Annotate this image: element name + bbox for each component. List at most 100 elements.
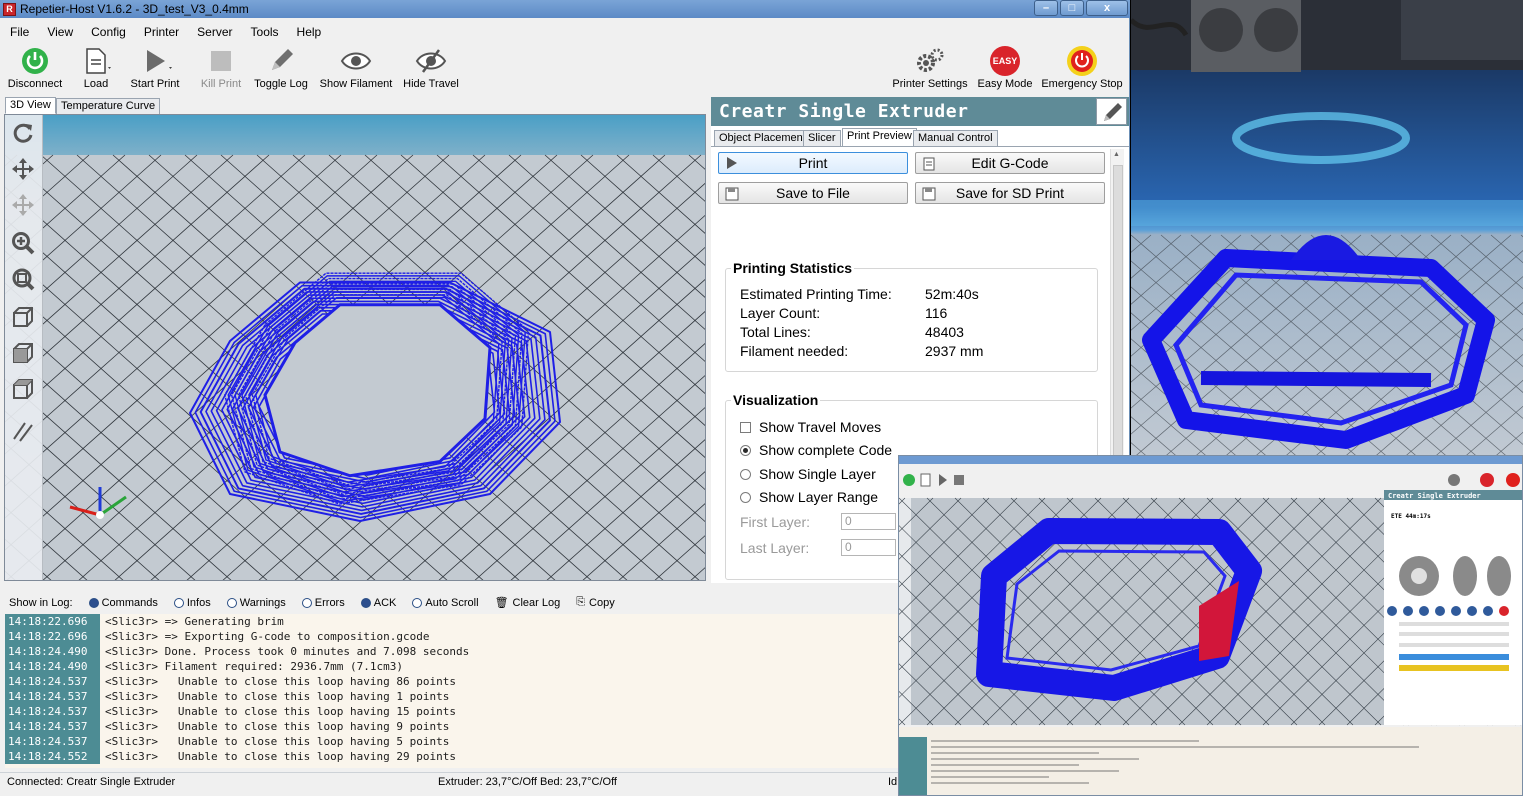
floppy-icon (922, 187, 936, 201)
start-print-button[interactable]: Start Print (128, 44, 182, 90)
pencil-icon (1103, 102, 1122, 121)
log-filter-ack[interactable]: ACK (360, 597, 396, 609)
zoom-fit-icon[interactable] (11, 267, 37, 293)
emergency-stop-icon (1067, 46, 1097, 76)
print-bed-preview (5, 115, 705, 580)
window-title: Repetier-Host V1.6.2 - 3D_test_V3_0.4mm (20, 2, 249, 16)
title-bar: R Repetier-Host V1.6.2 - 3D_test_V3_0.4m… (0, 0, 1130, 18)
toggle-icon (412, 597, 423, 608)
show-in-log-label: Show in Log: (9, 596, 73, 609)
eye-icon (340, 52, 372, 70)
printer-name-header: Creatr Single Extruder (711, 97, 1129, 126)
toggle-log-button[interactable]: Toggle Log (252, 44, 310, 90)
log-filter-commands[interactable]: Commands (88, 597, 158, 609)
log-panel[interactable]: 14:18:22.696 <Slic3r> => Generating brim … (5, 614, 900, 768)
first-layer-input[interactable]: 0 (841, 513, 896, 530)
3d-viewport[interactable] (4, 114, 706, 581)
log-row: 14:18:24.490 <Slic3r> Done. Process took … (5, 644, 900, 659)
temperature-status: Extruder: 23,7°C/Off Bed: 23,7°C/Off (438, 776, 617, 788)
radio-icon (740, 468, 751, 480)
log-filter-infos[interactable]: Infos (173, 597, 211, 609)
play-icon (147, 50, 172, 72)
emergency-stop-button[interactable]: Emergency Stop (1040, 44, 1124, 90)
parallel-view-icon[interactable] (11, 419, 37, 445)
tab-3d-view[interactable]: 3D View (5, 97, 56, 114)
move-object-icon[interactable] (11, 193, 37, 219)
inset-printer-name: Creatr Single Extruder (1388, 492, 1481, 500)
log-filter-warnings[interactable]: Warnings (226, 597, 286, 609)
move-icon[interactable] (11, 157, 37, 183)
show-complete-code-radio[interactable]: Show complete Code (740, 442, 892, 458)
hide-travel-button[interactable]: Hide Travel (402, 44, 460, 90)
floppy-icon (725, 187, 739, 201)
menu-help[interactable]: Help (297, 25, 322, 39)
print-button[interactable]: Print (718, 152, 908, 174)
clear-log-button[interactable]: 🗑 Clear Log (495, 596, 561, 610)
disconnect-button[interactable]: Disconnect (4, 44, 66, 90)
printing-statistics-title: Printing Statistics (731, 260, 855, 276)
radio-selected-icon (740, 444, 751, 456)
layer-count-value: 116 (925, 305, 948, 321)
log-row: 14:18:24.537 <Slic3r> Unable to close thi… (5, 689, 900, 704)
inset-screenshot: Creatr Single Extruder ETE 44m:17s (898, 455, 1523, 796)
log-row: 14:18:24.490 <Slic3r> Filament required: … (5, 659, 900, 674)
last-layer-input[interactable]: 0 (841, 539, 896, 556)
show-travel-moves-checkbox[interactable]: Show Travel Moves (740, 419, 881, 435)
maximize-button[interactable]: □ (1060, 0, 1084, 16)
visualization-title: Visualization (731, 392, 821, 408)
app-icon: R (3, 2, 16, 16)
copy-icon: ⎘ (576, 596, 586, 608)
save-to-file-button[interactable]: Save to File (718, 182, 908, 204)
log-filter-errors[interactable]: Errors (301, 597, 345, 609)
filament-needed-value: 2937 mm (925, 343, 984, 359)
tab-print-preview[interactable]: Print Preview (842, 128, 917, 147)
toggle-icon (226, 597, 237, 608)
edit-gcode-button[interactable]: Edit G-Code (915, 152, 1105, 174)
log-row: 14:18:22.696 <Slic3r> => Generating brim (5, 614, 900, 629)
kill-print-button[interactable]: Kill Print (198, 44, 244, 90)
pencil-icon (272, 49, 293, 70)
easy-mode-icon: EASY (990, 46, 1020, 76)
toolbar: Disconnect Load Start Print Kill Print T… (0, 44, 1130, 94)
front-view-icon[interactable] (11, 341, 37, 367)
load-button[interactable]: Load (76, 44, 116, 90)
close-button[interactable]: x (1086, 0, 1128, 16)
tab-object-placement[interactable]: Object Placement (714, 130, 811, 147)
estimated-time-value: 52m:40s (925, 286, 979, 302)
tab-slicer[interactable]: Slicer (803, 130, 841, 147)
menu-file[interactable]: File (10, 25, 29, 39)
show-layer-range-radio[interactable]: Show Layer Range (740, 489, 878, 505)
easy-mode-button[interactable]: EASY Easy Mode (974, 44, 1036, 90)
menu-config[interactable]: Config (91, 25, 126, 39)
show-single-layer-radio[interactable]: Show Single Layer (740, 466, 876, 482)
toggle-icon (88, 597, 99, 608)
copy-log-button[interactable]: ⎘ Copy (576, 596, 615, 609)
menu-printer[interactable]: Printer (144, 25, 179, 39)
top-view-icon[interactable] (11, 377, 37, 403)
tab-manual-control[interactable]: Manual Control (913, 130, 998, 147)
tab-temperature-curve[interactable]: Temperature Curve (56, 98, 161, 115)
rotate-icon[interactable] (11, 121, 37, 147)
menu-view[interactable]: View (47, 25, 73, 39)
log-row: 14:18:24.537 <Slic3r> Unable to close thi… (5, 734, 900, 749)
iso-view-icon[interactable] (11, 305, 37, 331)
minimize-button[interactable]: – (1034, 0, 1058, 16)
gears-icon (917, 48, 944, 72)
edit-printer-button[interactable] (1096, 98, 1127, 125)
radio-icon (740, 491, 751, 503)
play-icon (727, 157, 737, 169)
show-filament-button[interactable]: Show Filament (318, 44, 394, 90)
menu-tools[interactable]: Tools (251, 25, 279, 39)
toggle-icon (301, 597, 312, 608)
connection-status: Connected: Creatr Single Extruder (7, 776, 176, 788)
save-sd-print-button[interactable]: Save for SD Print (915, 182, 1105, 204)
log-row: 14:18:24.552 <Slic3r> Unable to close thi… (5, 749, 900, 764)
toggle-icon (173, 597, 184, 608)
first-layer-label: First Layer: (740, 514, 811, 530)
menu-server[interactable]: Server (197, 25, 232, 39)
screenshot-composite: R Repetier-Host V1.6.2 - 3D_test_V3_0.4m… (0, 0, 1523, 796)
log-auto-scroll[interactable]: Auto Scroll (412, 597, 479, 609)
printer-settings-button[interactable]: Printer Settings (890, 44, 970, 90)
checkbox-icon (740, 421, 751, 433)
zoom-in-icon[interactable] (11, 231, 37, 257)
